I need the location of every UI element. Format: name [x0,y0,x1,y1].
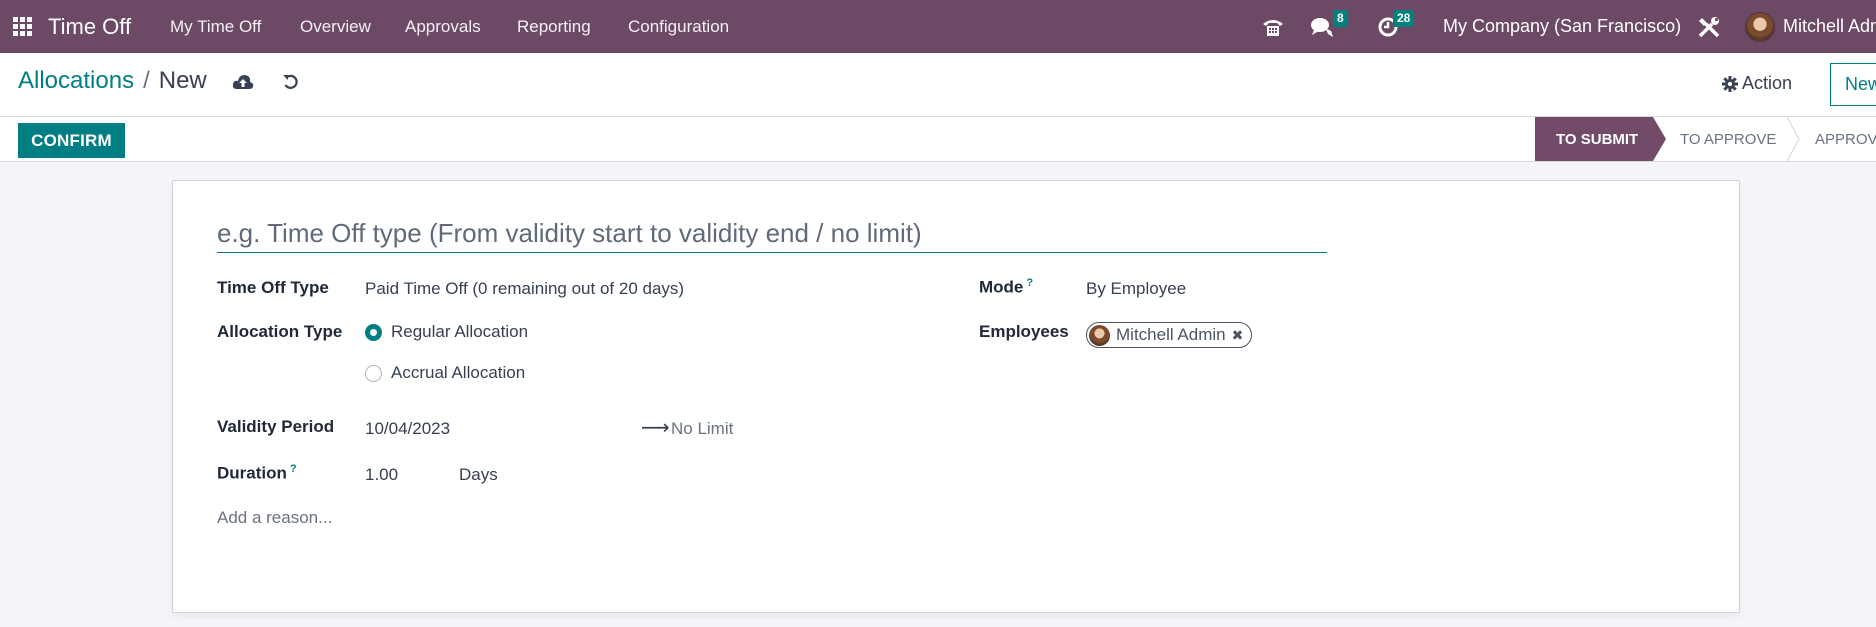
validity-start-date[interactable]: 10/04/2023 [365,419,450,439]
gear-icon [1722,75,1738,92]
duration-label-text: Duration [217,463,287,483]
stage-separator-chevron [1786,117,1800,161]
nav-overview[interactable]: Overview [300,0,371,53]
employee-tag[interactable]: Mitchell Admin ✖ [1086,322,1253,348]
top-navbar: Time Off My Time Off Overview Approvals … [0,0,1876,53]
user-menu[interactable]: Mitchell Admin [1745,0,1876,53]
user-avatar [1745,11,1775,42]
allocation-name-input[interactable] [217,215,1327,253]
debug-tools-icon[interactable] [1697,0,1721,53]
messages-icon[interactable] [1310,0,1334,53]
allocation-type-label: Allocation Type [217,322,343,341]
company-switcher[interactable]: My Company (San Francisco) [1443,0,1681,53]
action-label: Action [1742,73,1793,93]
nav-configuration[interactable]: Configuration [628,0,729,53]
remove-tag-icon[interactable]: ✖ [1232,327,1244,344]
employee-tag-name: Mitchell Admin [1116,325,1226,344]
discard-undo-icon[interactable] [282,73,300,96]
confirm-button[interactable]: CONFIRM [18,123,125,158]
time-off-type-field[interactable]: Paid Time Off (0 remaining out of 20 day… [365,279,684,299]
activities-badge: 28 [1393,10,1415,27]
radio-label: Accrual Allocation [391,363,526,382]
nav-reporting[interactable]: Reporting [517,0,591,53]
radio-accrual-allocation[interactable]: Accrual Allocation [365,363,525,383]
duration-input[interactable]: 1.00 [365,465,398,485]
form-statusbar: CONFIRM TO SUBMIT TO APPROVE APPROVED [0,117,1876,162]
employee-avatar [1089,324,1110,346]
control-panel: Allocations / New Action New [0,53,1876,117]
radio-unchecked[interactable] [365,364,382,382]
breadcrumb-allocations[interactable]: Allocations [18,67,134,95]
app-name[interactable]: Time Off [48,0,131,53]
phone-icon[interactable] [1262,0,1284,53]
help-tooltip-icon[interactable]: ? [290,463,297,475]
stage-approved[interactable]: APPROVED [1815,117,1876,161]
action-menu-button[interactable]: Action [1722,73,1792,94]
radio-regular-allocation[interactable]: Regular Allocation [365,322,528,342]
radio-checked[interactable] [365,323,382,341]
form-sheet: Time Off Type Paid Time Off (0 remaining… [172,180,1740,613]
stage-to-submit[interactable]: TO SUBMIT [1535,117,1666,161]
breadcrumb-separator: / [143,67,150,94]
help-tooltip-icon[interactable]: ? [1026,277,1033,289]
mode-label: Mode? [979,277,1033,298]
nav-my-time-off[interactable]: My Time Off [170,0,261,53]
validity-period-label: Validity Period [217,417,335,436]
save-cloud-icon[interactable] [232,73,254,96]
mode-label-text: Mode [979,277,1024,297]
nav-approvals[interactable]: Approvals [405,0,481,53]
messages-badge: 8 [1333,10,1348,27]
stage-to-approve[interactable]: TO APPROVE [1680,117,1776,161]
radio-label: Regular Allocation [391,322,529,341]
employees-label: Employees [979,322,1069,341]
reason-input[interactable]: Add a reason... [217,508,332,528]
duration-unit: Days [459,465,498,484]
mode-select[interactable]: By Employee [1086,279,1186,299]
user-name: Mitchell Admin [1783,16,1876,36]
duration-label: Duration? [217,463,297,484]
new-button[interactable]: New [1830,63,1876,106]
validity-end-date[interactable]: No Limit [671,419,733,439]
arrow-right-icon: ⟶ [641,417,670,439]
time-off-type-label: Time Off Type [217,278,329,297]
breadcrumb: Allocations / New [18,67,207,95]
app-menu-icon[interactable] [13,0,33,53]
breadcrumb-current: New [158,67,207,94]
